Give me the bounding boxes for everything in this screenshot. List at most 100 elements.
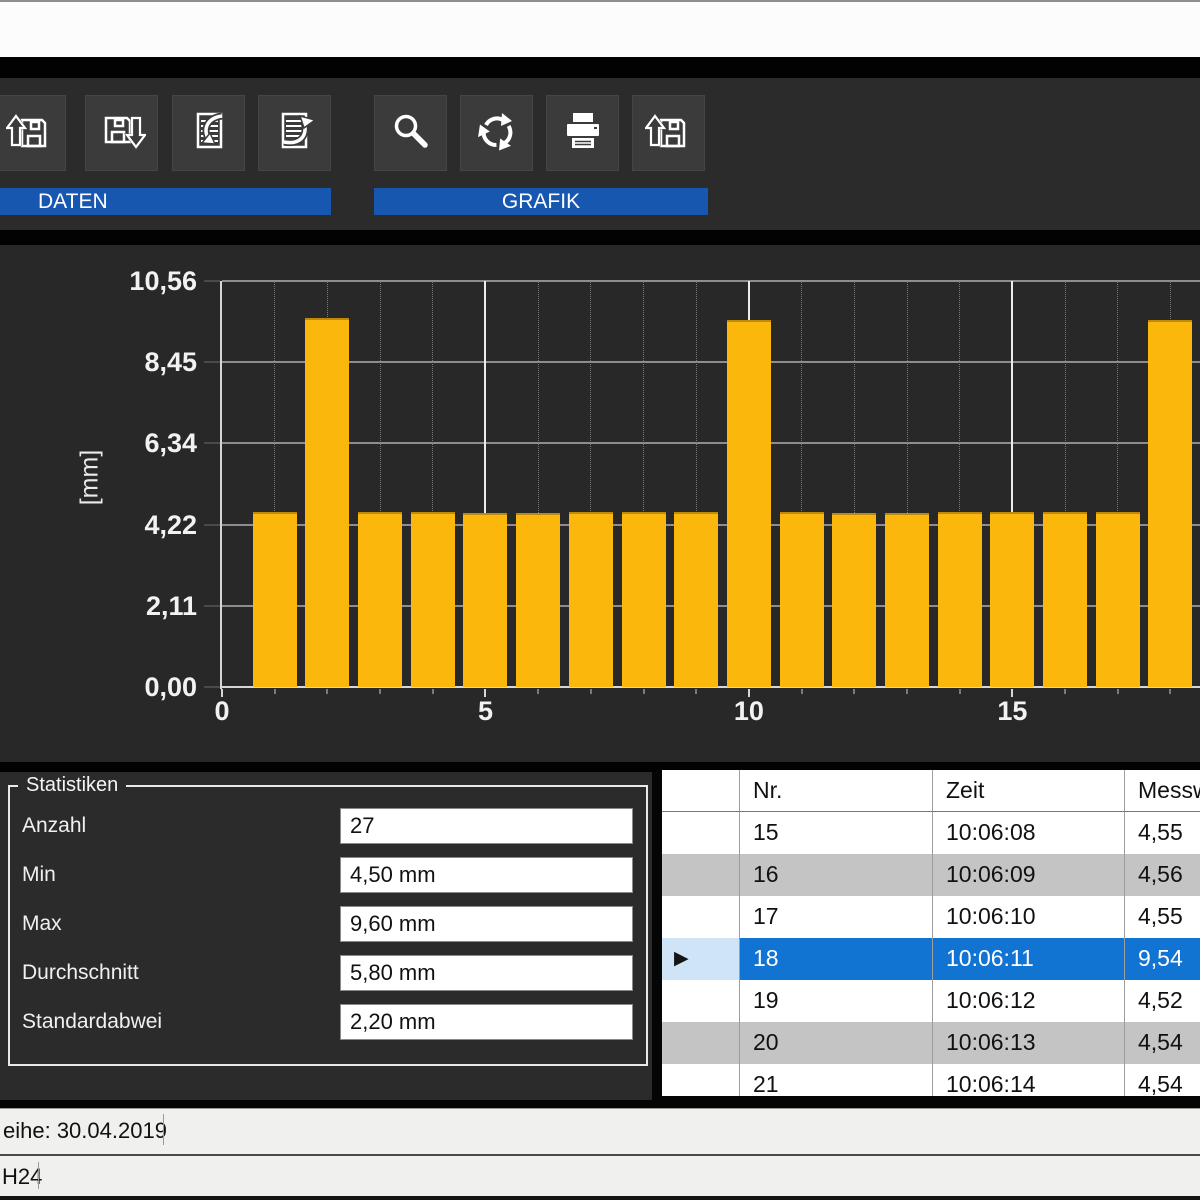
table-row-21[interactable]: 2110:06:144,54 <box>662 1064 1200 1096</box>
x-tick-label: 10 <box>709 696 789 727</box>
report-view-button[interactable] <box>172 95 245 171</box>
table-cell <box>662 770 740 812</box>
measurement-bar-10 <box>727 320 771 687</box>
stat-row-standardabwei: Standardabwei 2,20 mm <box>10 1003 646 1043</box>
selected-row-arrow-icon: ▶ <box>674 938 689 980</box>
refresh-button[interactable] <box>460 95 533 171</box>
table-row-15[interactable]: 1510:06:084,55 <box>662 812 1200 854</box>
table-cell: 10:06:10 <box>933 896 1125 938</box>
save-data-button[interactable] <box>85 95 158 171</box>
y-tick-mark <box>204 524 220 526</box>
y-tick-label: 10,56 <box>97 266 197 297</box>
report-export-button[interactable] <box>258 95 331 171</box>
table-cell: 4,55 <box>1125 812 1200 854</box>
table-cell: 19 <box>740 980 933 1022</box>
zoom-button[interactable] <box>374 95 447 171</box>
table-cell: 4,52 <box>1125 980 1200 1022</box>
measurement-bar-9 <box>674 512 718 687</box>
stat-value-field[interactable]: 27 <box>340 808 633 844</box>
y-tick-mark <box>204 686 220 688</box>
stat-label: Max <box>22 905 62 943</box>
separator-band-toolbar <box>0 230 1200 245</box>
measurement-bar-4 <box>411 512 455 687</box>
separator-band-top <box>0 57 1200 78</box>
table-header-nr: Nr. <box>740 770 933 812</box>
table-cell: 10:06:11 <box>933 938 1125 980</box>
device-id-text: H24 <box>2 1158 42 1196</box>
stat-label: Min <box>22 856 56 894</box>
measurement-bar-15 <box>990 512 1034 687</box>
measurement-bar-2 <box>305 318 349 687</box>
save-graphic-button[interactable] <box>632 95 705 171</box>
stat-value-field[interactable]: 4,50 mm <box>340 857 633 893</box>
table-row-17[interactable]: 1710:06:104,55 <box>662 896 1200 938</box>
stat-label: Anzahl <box>22 807 86 845</box>
print-button[interactable] <box>546 95 619 171</box>
measurement-bar-5 <box>463 513 507 687</box>
measurement-bar-14 <box>938 512 982 687</box>
stat-value-field[interactable]: 9,60 mm <box>340 906 633 942</box>
table-cell: 10:06:13 <box>933 1022 1125 1064</box>
row-selector-cell <box>662 980 740 1022</box>
y-tick-mark <box>204 280 220 282</box>
measurement-bar-1 <box>253 512 297 687</box>
stat-label: Durchschnitt <box>22 954 139 992</box>
x-tick-mark <box>379 689 381 694</box>
table-row-20[interactable]: 2010:06:134,54 <box>662 1022 1200 1064</box>
stat-value-field[interactable]: 5,80 mm <box>340 955 633 991</box>
table-cell: 4,56 <box>1125 854 1200 896</box>
x-tick-mark <box>484 689 486 697</box>
toolbar: DATEN GRAFIK <box>0 78 1200 230</box>
printer-icon <box>559 107 607 160</box>
stat-row-durchschnitt: Durchschnitt 5,80 mm <box>10 954 646 994</box>
row-selector-cell: ▶ <box>662 938 740 980</box>
toolbar-group-daten-label: DATEN <box>0 188 331 215</box>
stat-label: Standardabwei <box>22 1003 162 1041</box>
x-tick-label: 5 <box>445 696 525 727</box>
statistics-title: Statistiken <box>18 774 126 797</box>
load-data-button[interactable] <box>0 95 66 171</box>
measurement-bar-3 <box>358 512 402 687</box>
measurement-bar-6 <box>516 513 560 687</box>
table-row-19[interactable]: 1910:06:124,52 <box>662 980 1200 1022</box>
measurement-bar-16 <box>1043 512 1087 687</box>
y-tick-mark <box>204 361 220 363</box>
x-tick-mark <box>906 689 908 694</box>
stat-row-max: Max 9,60 mm <box>10 905 646 945</box>
stat-row-min: Min 4,50 mm <box>10 856 646 896</box>
table-cell: 4,55 <box>1125 896 1200 938</box>
statistics-groupbox: Statistiken Anzahl 27 Min 4,50 mm Max 9,60 mm… <box>8 774 648 1066</box>
table-cell: 4,54 <box>1125 1064 1200 1096</box>
row-selector-cell <box>662 1022 740 1064</box>
horizontal-gridline <box>222 442 1200 444</box>
x-tick-label: 0 <box>182 696 262 727</box>
x-tick-mark <box>537 689 539 694</box>
stat-value-field[interactable]: 2,20 mm <box>340 1004 633 1040</box>
y-tick-label: 4,22 <box>97 510 197 541</box>
x-tick-mark <box>1169 689 1171 694</box>
horizontal-gridline <box>222 280 1200 282</box>
chart-plot-area <box>222 281 1200 687</box>
document-arrow-right-icon <box>271 107 319 160</box>
y-tick-mark <box>204 605 220 607</box>
x-tick-mark <box>643 689 645 694</box>
table-row-16[interactable]: 1610:06:094,56 <box>662 854 1200 896</box>
recycle-icon <box>473 107 521 160</box>
table-header-messwert: Messwert <box>1125 770 1200 812</box>
table-cell: 10:06:08 <box>933 812 1125 854</box>
table-cell: 21 <box>740 1064 933 1096</box>
measurements-table[interactable]: Nr.ZeitMesswert1510:06:084,551610:06:094… <box>662 770 1200 1096</box>
floppy-up-icon <box>6 107 54 160</box>
y-tick-mark <box>204 442 220 444</box>
table-cell: 10:06:09 <box>933 854 1125 896</box>
table-cell: 20 <box>740 1022 933 1064</box>
measurement-bar-chart: [mm] 0,002,114,226,348,4510,56051015 <box>0 245 1200 762</box>
status-bar-device: H24 <box>0 1158 1200 1196</box>
table-cell: 17 <box>740 896 933 938</box>
statistics-panel: Statistiken Anzahl 27 Min 4,50 mm Max 9,60 mm… <box>0 772 652 1100</box>
stat-row-anzahl: Anzahl 27 <box>10 807 646 847</box>
status-separator <box>38 1162 39 1189</box>
table-row-18[interactable]: ▶1810:06:119,54 <box>662 938 1200 980</box>
x-tick-mark <box>274 689 276 694</box>
status-bar-series: eihe: 30.04.2019 <box>0 1108 1200 1152</box>
